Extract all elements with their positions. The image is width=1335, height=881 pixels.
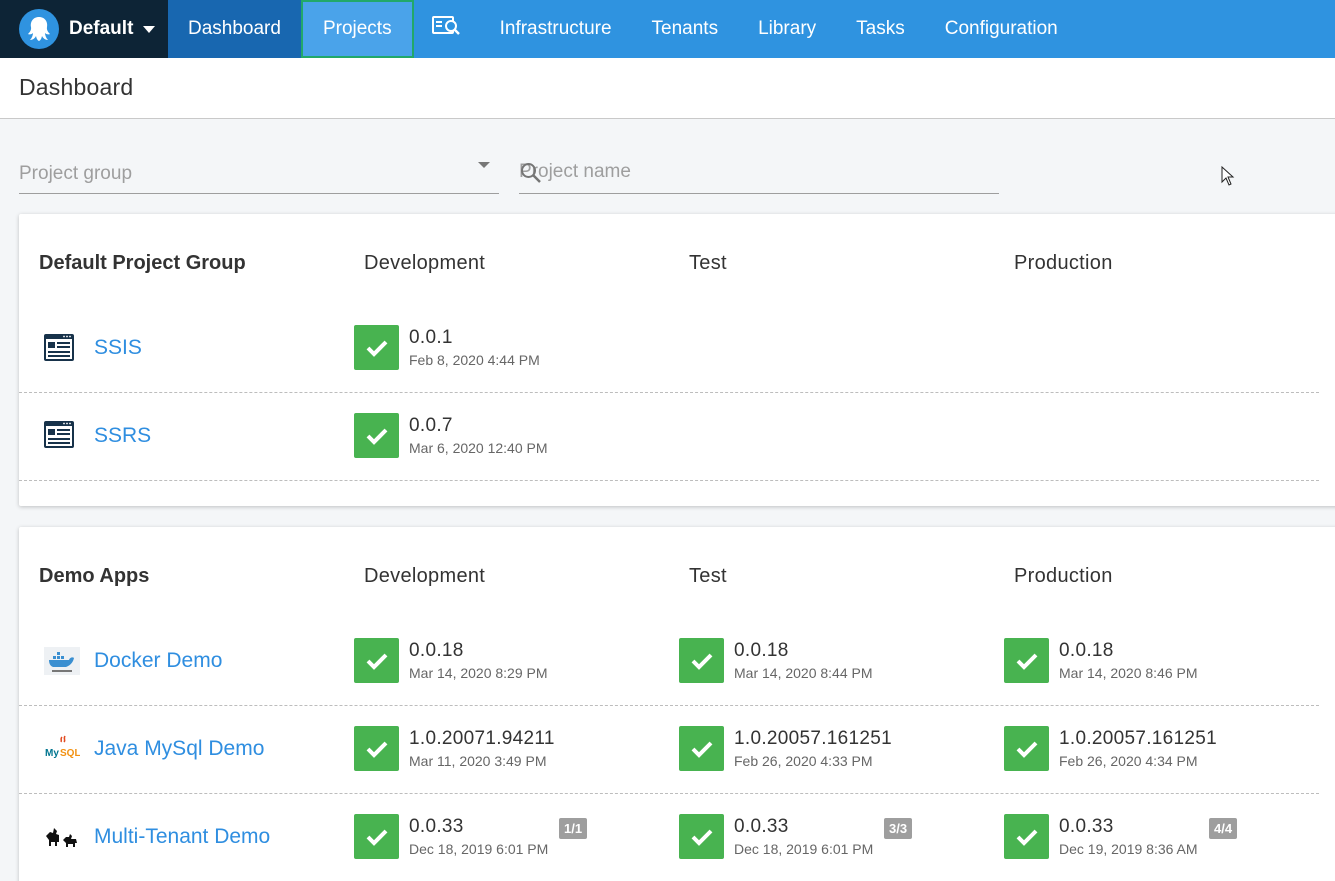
project-row: SSIS 0.0.1 Feb 8, 2020 4:44 PM [19,312,1319,393]
deployment-date: Mar 14, 2020 8:29 PM [409,665,548,681]
deployment-date: Mar 11, 2020 3:49 PM [409,753,547,769]
dogs-icon [44,822,78,852]
deployment-date: Dec 18, 2019 6:01 PM [734,841,874,857]
page-title: Dashboard [19,74,134,100]
success-check-icon [354,726,399,771]
release-version: 0.0.18 [734,640,789,661]
project-group-select[interactable]: Project group [19,152,499,194]
environment-header: Development [364,565,486,587]
mysql-logo-icon: My SQL [44,734,81,764]
mouse-cursor-icon [1221,165,1235,193]
search-icon [519,161,995,191]
window-list-icon [44,334,78,364]
deployment-date: Mar 6, 2020 12:40 PM [409,440,548,456]
deployment-date: Mar 14, 2020 8:46 PM [1059,665,1198,681]
environment-header: Production [1014,565,1113,587]
deployment-cell[interactable]: 0.0.18 Mar 14, 2020 8:29 PM [354,638,654,688]
tenant-count-badge: 1/1 [559,818,588,839]
environment-header: Test [689,252,727,274]
space-name: Default [69,18,134,39]
deployment-date: Dec 18, 2019 6:01 PM [409,841,549,857]
project-group-card: Default Project Group Development Test P… [19,214,1335,506]
project-row: My SQL Java MySql Demo 1.0.20071.94211 M… [19,706,1319,794]
nav-infrastructure[interactable]: Infrastructure [480,0,632,58]
tenant-count-badge: 3/3 [884,818,913,839]
window-list-icon [44,421,78,451]
nav-dashboard[interactable]: Dashboard [168,0,301,58]
project-link[interactable]: SSIS [94,336,142,360]
nav-search-machines[interactable] [414,0,480,58]
deployment-cell[interactable]: 1.0.20071.94211 Mar 11, 2020 3:49 PM [354,726,654,776]
success-check-icon [679,814,724,859]
deployment-cell[interactable]: 0.0.33 Dec 18, 2019 6:01 PM 1/1 [354,814,654,864]
success-check-icon [354,413,399,458]
release-version: 1.0.20057.161251 [1059,728,1218,749]
deployment-cell[interactable]: 0.0.7 Mar 6, 2020 12:40 PM [354,413,654,463]
project-link[interactable]: Docker Demo [94,649,222,673]
nav-configuration[interactable]: Configuration [925,0,1078,58]
top-navigation: Default Dashboard Projects Infrastructur… [0,0,1335,58]
nav-tenants[interactable]: Tenants [632,0,739,58]
deployment-cell[interactable]: 0.0.18 Mar 14, 2020 8:46 PM [1004,638,1304,688]
environment-header: Development [364,252,486,274]
nav-tasks[interactable]: Tasks [836,0,925,58]
release-version: 0.0.33 [1059,816,1114,837]
project-link[interactable]: Multi-Tenant Demo [94,825,270,849]
docker-logo-icon [44,647,80,677]
svg-text:SQL: SQL [60,748,80,759]
deployment-cell[interactable]: 0.0.33 Dec 19, 2019 8:36 AM 4/4 [1004,814,1304,864]
deployment-cell[interactable]: 1.0.20057.161251 Feb 26, 2020 4:34 PM [1004,726,1304,776]
deployment-date: Dec 19, 2019 8:36 AM [1059,841,1198,857]
release-version: 0.0.1 [409,327,453,348]
success-check-icon [1004,638,1049,683]
release-version: 0.0.7 [409,415,453,436]
release-version: 0.0.18 [1059,640,1114,661]
success-check-icon [679,638,724,683]
group-title: Default Project Group [39,252,246,274]
environment-header: Test [689,565,727,587]
machine-search-icon [431,15,462,43]
release-version: 0.0.33 [734,816,789,837]
group-title: Demo Apps [39,565,150,587]
svg-text:My: My [45,748,59,759]
nav-projects[interactable]: Projects [300,0,414,58]
project-row: Docker Demo 0.0.18 Mar 14, 2020 8:29 PM … [19,625,1319,706]
success-check-icon [1004,814,1049,859]
deployment-date: Mar 14, 2020 8:44 PM [734,665,873,681]
environment-header: Production [1014,252,1113,274]
deployment-date: Feb 8, 2020 4:44 PM [409,352,540,368]
project-link[interactable]: SSRS [94,424,151,448]
success-check-icon [354,638,399,683]
release-version: 1.0.20057.161251 [734,728,893,749]
tenant-count-badge: 4/4 [1209,818,1238,839]
project-link[interactable]: Java MySql Demo [94,737,264,761]
success-check-icon [354,325,399,370]
space-switcher[interactable]: Default [0,0,168,58]
dropdown-arrow-icon [478,162,490,168]
project-name-input[interactable]: Project name [519,152,999,194]
success-check-icon [679,726,724,771]
deployment-cell[interactable]: 0.0.18 Mar 14, 2020 8:44 PM [679,638,979,688]
success-check-icon [354,814,399,859]
project-row: SSRS 0.0.7 Mar 6, 2020 12:40 PM [19,393,1319,481]
octopus-logo-icon [19,9,59,49]
deployment-date: Feb 26, 2020 4:33 PM [734,753,873,769]
success-check-icon [1004,726,1049,771]
deployment-cell[interactable]: 0.0.33 Dec 18, 2019 6:01 PM 3/3 [679,814,979,864]
nav-library[interactable]: Library [738,0,836,58]
page-header: Dashboard [0,58,1335,119]
release-version: 1.0.20071.94211 [409,728,555,749]
release-version: 0.0.18 [409,640,464,661]
deployment-date: Feb 26, 2020 4:34 PM [1059,753,1198,769]
release-version: 0.0.33 [409,816,464,837]
deployment-cell[interactable]: 1.0.20057.161251 Feb 26, 2020 4:33 PM [679,726,979,776]
project-group-placeholder: Project group [19,163,133,184]
deployment-cell[interactable]: 0.0.1 Feb 8, 2020 4:44 PM [354,325,654,375]
chevron-down-icon [143,25,156,33]
project-row: Multi-Tenant Demo 0.0.33 Dec 18, 2019 6:… [19,794,1319,881]
project-group-card: Demo Apps Development Test Production Do… [19,527,1335,881]
